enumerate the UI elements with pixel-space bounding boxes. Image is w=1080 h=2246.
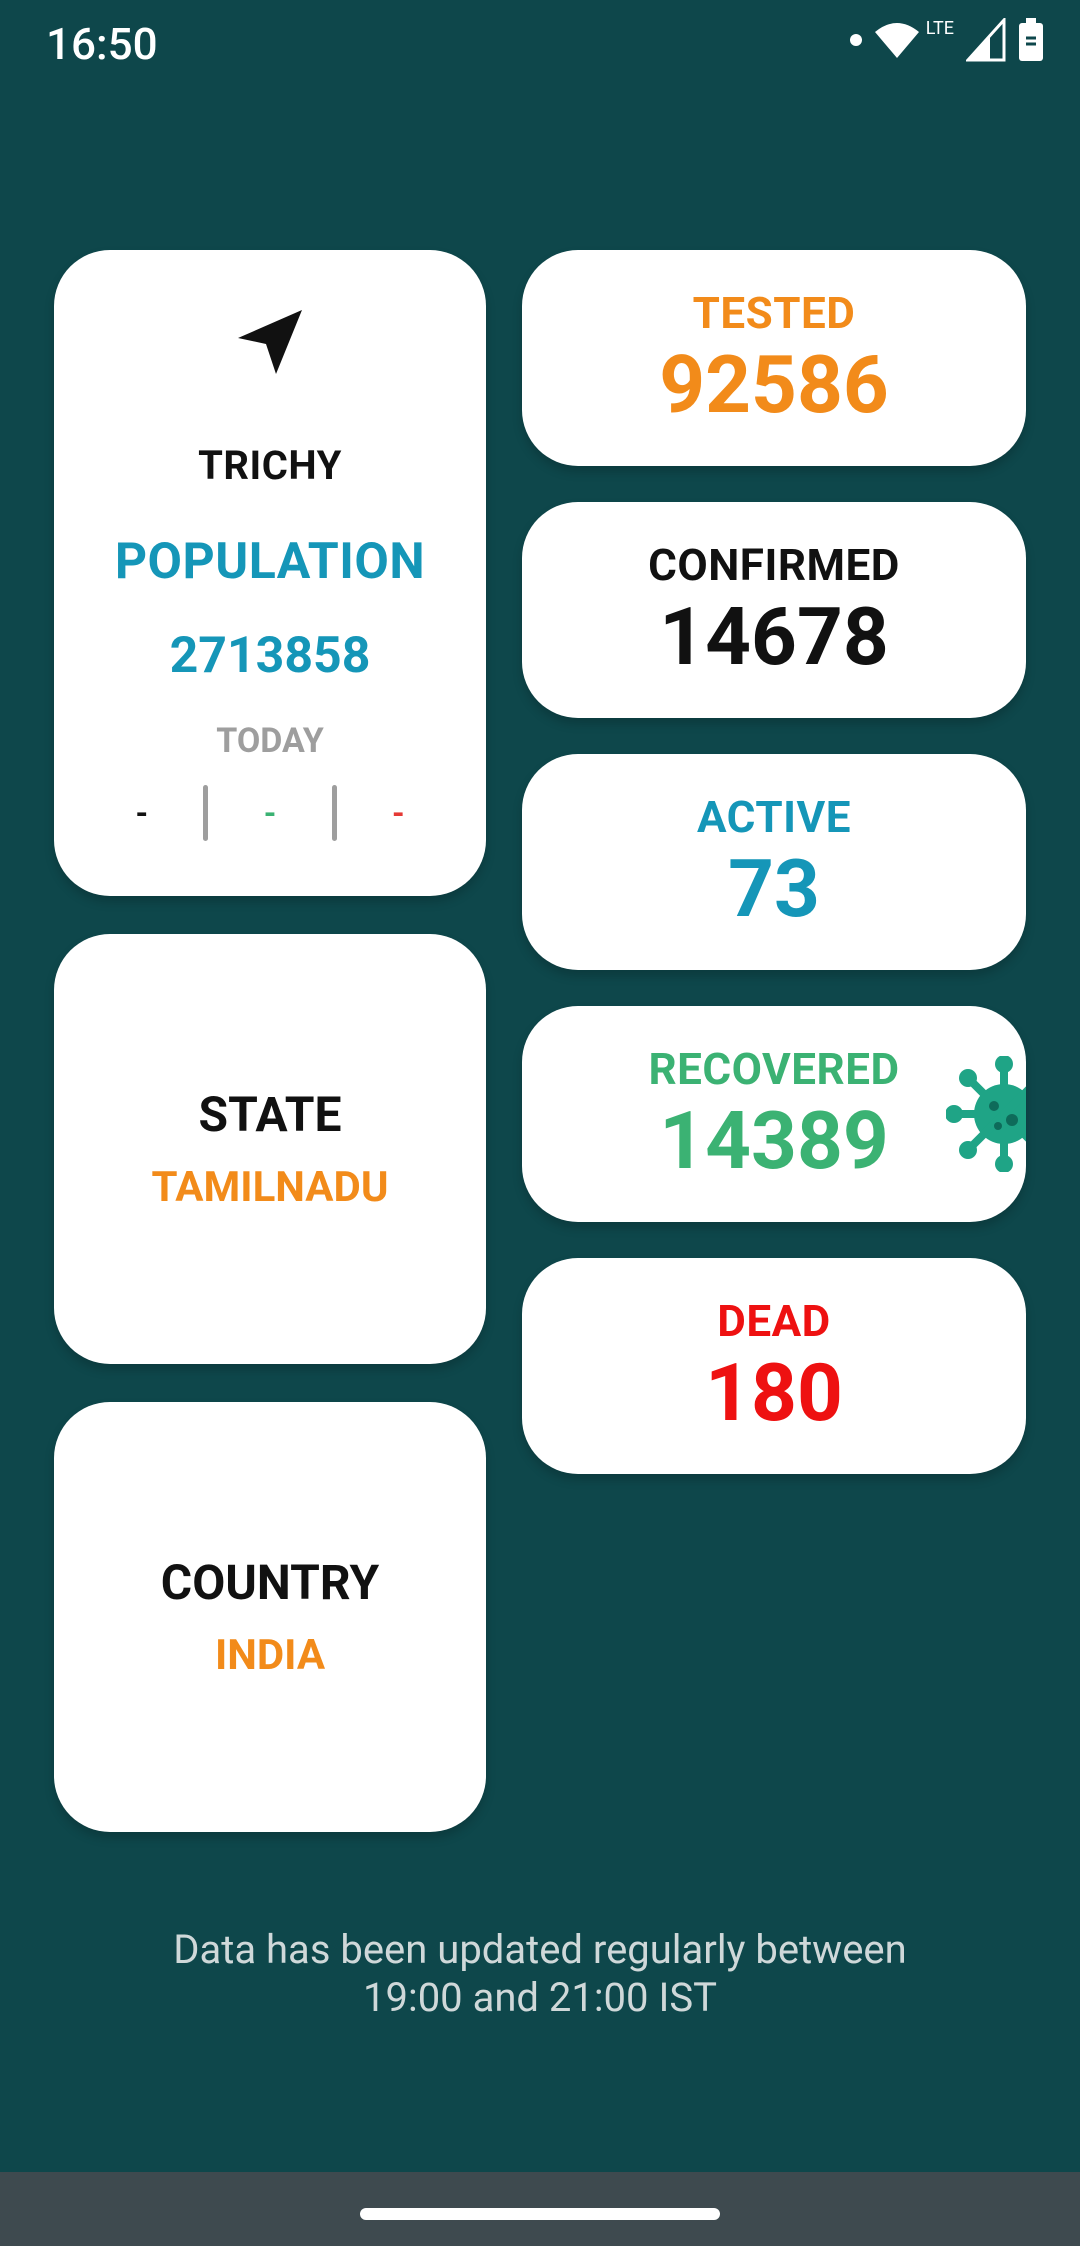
state-value: TAMILNADU [151, 1163, 389, 1212]
virus-icon [946, 1056, 1026, 1172]
active-value: 73 [728, 842, 820, 937]
status-time: 16:50 [46, 18, 158, 70]
tested-label: TESTED [692, 286, 856, 339]
dead-card[interactable]: DEAD 180 [522, 1258, 1026, 1474]
recovered-label: RECOVERED [648, 1042, 900, 1095]
active-card[interactable]: ACTIVE 73 [522, 754, 1026, 970]
country-value: INDIA [214, 1631, 326, 1680]
status-icons: LTE [849, 17, 1044, 62]
today-recovered: - [263, 794, 277, 832]
home-indicator[interactable] [360, 2208, 720, 2220]
wifi-icon [874, 23, 919, 58]
tested-card[interactable]: TESTED 92586 [522, 250, 1026, 466]
lte-label: LTE [925, 17, 954, 39]
signal-icon [966, 18, 1006, 62]
today-label: TODAY [216, 721, 324, 761]
notification-dot-icon [849, 34, 862, 46]
tested-value: 92586 [659, 338, 889, 433]
navigation-arrow-icon [238, 310, 302, 374]
confirmed-card[interactable]: CONFIRMED 14678 [522, 502, 1026, 718]
population-label: POPULATION [114, 533, 426, 591]
country-title: COUNTRY [160, 1554, 380, 1611]
battery-icon [1019, 18, 1043, 61]
city-name: TRICHY [198, 442, 342, 489]
today-stats: - - - [110, 785, 430, 841]
recovered-card[interactable]: RECOVERED 14389 [522, 1006, 1026, 1222]
today-divider [331, 785, 337, 841]
today-confirmed: - [135, 794, 149, 832]
update-note-line2: 19:00 and 21:00 IST [363, 1974, 717, 2021]
today-dead: - [391, 794, 405, 832]
active-label: ACTIVE [697, 790, 851, 843]
app-screen: 16:50 LTE TRICHY POPULATION 2713858 TODA… [0, 0, 1080, 2246]
recovered-value: 14389 [659, 1094, 889, 1189]
update-note: Data has been updated regularly between … [0, 1926, 1080, 2022]
confirmed-label: CONFIRMED [648, 538, 900, 591]
population-value: 2713858 [169, 627, 371, 685]
today-divider [203, 785, 209, 841]
status-bar: 16:50 LTE [0, 0, 1080, 90]
system-navigation-bar [0, 2172, 1080, 2246]
update-note-line1: Data has been updated regularly between [173, 1926, 907, 1973]
state-card[interactable]: STATE TAMILNADU [54, 934, 486, 1364]
confirmed-value: 14678 [659, 590, 889, 685]
city-card[interactable]: TRICHY POPULATION 2713858 TODAY - - - [54, 250, 486, 896]
country-card[interactable]: COUNTRY INDIA [54, 1402, 486, 1832]
dead-label: DEAD [717, 1294, 831, 1347]
state-title: STATE [198, 1086, 342, 1143]
dead-value: 180 [705, 1346, 843, 1441]
